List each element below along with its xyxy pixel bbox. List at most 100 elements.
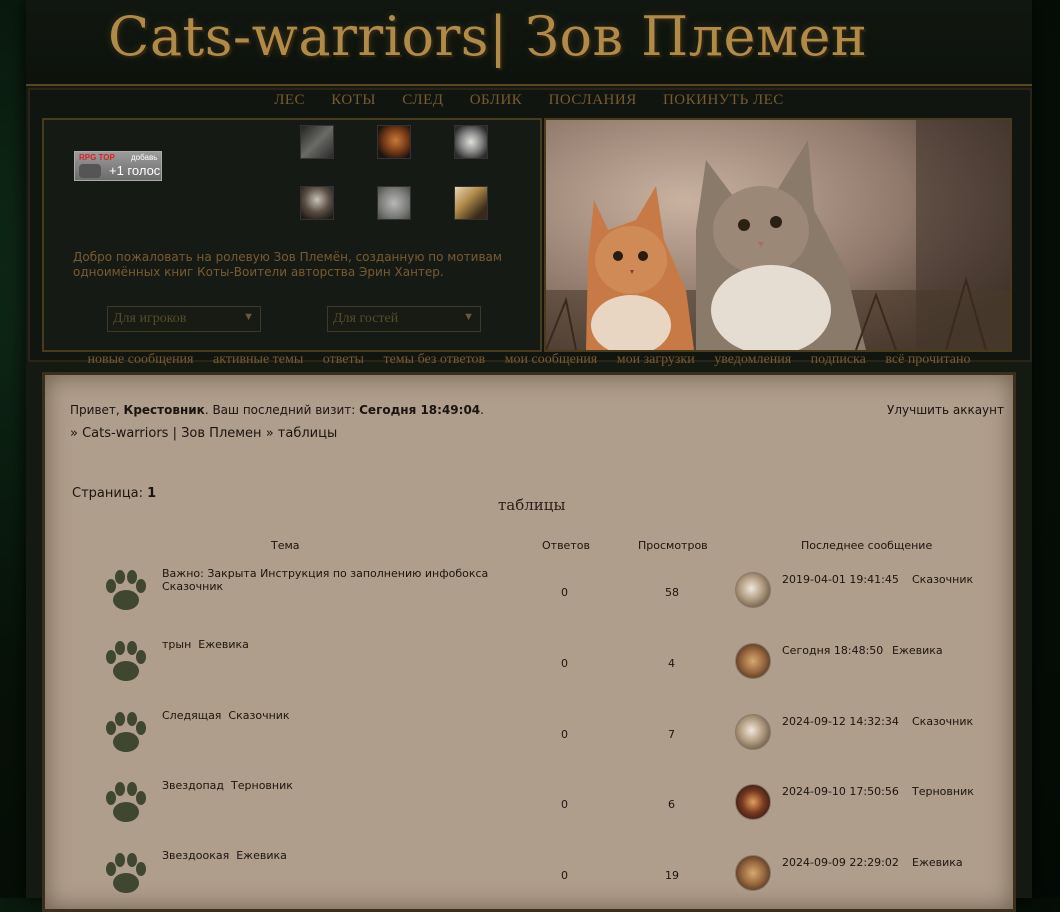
rpgtop-vote-button[interactable]: RPG TOP добавь +1 голос — [74, 151, 162, 181]
topic-replies: 0 — [561, 869, 568, 882]
last-post-date[interactable]: 2024-09-12 14:32:34 — [782, 715, 899, 728]
cat-icon — [79, 164, 101, 178]
forum-content: Привет, Крестовник. Ваш последний визит:… — [42, 372, 1016, 912]
main-nav: ЛЕС КОТЫ СЛЕД ОБЛИК ПОСЛАНИЯ ПОКИНУТЬ ЛЕ… — [26, 92, 1032, 109]
link-replies[interactable]: ответы — [323, 352, 364, 367]
last-poster-avatar[interactable] — [735, 784, 771, 820]
greeting-end: . — [480, 403, 484, 417]
breadcrumb-forum[interactable]: Cats-warriors | Зов Племен — [82, 426, 261, 441]
rpgtop-add: добавь — [131, 153, 158, 162]
last-poster-avatar[interactable] — [735, 855, 771, 891]
character-avatar-5[interactable] — [377, 186, 411, 220]
topic-replies: 0 — [561, 728, 568, 741]
nav-item-look[interactable]: ОБЛИК — [470, 92, 523, 108]
topic-replies: 0 — [561, 657, 568, 670]
column-views: Просмотров — [638, 539, 708, 552]
link-my-posts[interactable]: мои сообщения — [505, 352, 598, 367]
paw-icon — [106, 641, 146, 681]
last-post-author[interactable]: Сказочник — [912, 715, 973, 728]
topic-replies: 0 — [561, 798, 568, 811]
pager: Страница: 1 — [72, 486, 156, 501]
page-wrapper: Cats-warriors| Зов Племен ЛЕС КОТЫ СЛЕД … — [26, 0, 1032, 912]
topic-author[interactable]: Сказочник — [228, 709, 289, 722]
topic-author[interactable]: Ежевика — [236, 849, 287, 862]
topic-title[interactable]: Звездоокая — [162, 849, 229, 862]
column-replies: Ответов — [542, 539, 590, 552]
character-avatar-1[interactable] — [300, 125, 334, 159]
character-avatar-3[interactable] — [454, 125, 488, 159]
banner-photo — [544, 118, 1012, 352]
last-poster-avatar[interactable] — [735, 643, 771, 679]
column-last-post: Последнее сообщение — [801, 539, 933, 552]
link-notifications[interactable]: уведомления — [714, 352, 791, 367]
topic-views: 4 — [668, 657, 675, 670]
last-post-author[interactable]: Сказочник — [912, 573, 973, 586]
topic-author[interactable]: Сказочник — [162, 580, 223, 593]
topic-title-line: Звездоокая Ежевика — [162, 849, 287, 862]
topic-title[interactable]: Следящая — [162, 709, 221, 722]
nav-item-messages[interactable]: ПОСЛАНИЯ — [549, 92, 637, 108]
chevron-down-icon: ▼ — [463, 311, 474, 323]
topic-title-line: Следящая Сказочник — [162, 709, 290, 722]
last-post-author[interactable]: Ежевика — [912, 856, 963, 869]
guests-select-value: Для гостей — [333, 311, 399, 326]
last-poster-avatar[interactable] — [735, 714, 771, 750]
two-cats-image — [546, 120, 1010, 350]
last-post-date[interactable]: Сегодня 18:48:50 — [782, 644, 883, 657]
breadcrumb-section[interactable]: таблицы — [278, 426, 337, 441]
chevron-down-icon: ▼ — [243, 311, 254, 323]
link-unanswered[interactable]: темы без ответов — [383, 352, 485, 367]
last-post-date[interactable]: 2024-09-09 22:29:02 — [782, 856, 899, 869]
column-topic: Тема — [271, 539, 300, 552]
rpgtop-vote: +1 голос — [109, 163, 161, 178]
topic-title[interactable]: трын — [162, 638, 191, 651]
paw-icon — [106, 712, 146, 752]
pager-current-page: 1 — [147, 486, 157, 501]
paw-icon — [106, 853, 146, 893]
breadcrumb-sep: » — [70, 426, 83, 441]
nav-item-cats[interactable]: КОТЫ — [331, 92, 376, 108]
welcome-text: Добро пожаловать на ролевую Зов Племён, … — [73, 250, 502, 279]
breadcrumb-sep: » — [261, 426, 278, 441]
nav-item-trail[interactable]: СЛЕД — [402, 92, 443, 108]
last-post-date[interactable]: 2019-04-01 19:41:45 — [782, 573, 899, 586]
last-poster-avatar[interactable] — [735, 572, 771, 608]
link-new-posts[interactable]: новые сообщения — [88, 352, 194, 367]
last-post-date[interactable]: 2024-09-10 17:50:56 — [782, 785, 899, 798]
user-links-bar: новые сообщения активные темы ответы тем… — [26, 352, 1032, 368]
topic-views: 58 — [665, 586, 679, 599]
topic-title[interactable]: Важно: Закрыта Инструкция по заполнению … — [162, 567, 488, 580]
topic-title[interactable]: Звездопад — [162, 779, 224, 792]
last-post-author[interactable]: Ежевика — [892, 644, 943, 657]
link-active-topics[interactable]: активные темы — [213, 352, 303, 367]
pager-label: Страница: — [72, 486, 148, 501]
topic-author[interactable]: Ежевика — [198, 638, 249, 651]
nav-item-leave[interactable]: ПОКИНУТЬ ЛЕС — [663, 92, 784, 108]
last-post-author[interactable]: Терновник — [912, 785, 974, 798]
paw-icon — [106, 570, 146, 610]
character-avatar-4[interactable] — [300, 186, 334, 220]
breadcrumb: » Cats-warriors | Зов Племен » таблицы — [70, 426, 337, 441]
character-avatar-6[interactable] — [454, 186, 488, 220]
link-subscriptions[interactable]: подписка — [811, 352, 866, 367]
greeting-line: Привет, Крестовник. Ваш последний визит:… — [70, 403, 484, 417]
last-visit-time: Сегодня 18:49:04 — [359, 403, 481, 417]
username[interactable]: Крестовник — [124, 403, 205, 417]
topic-replies: 0 — [561, 586, 568, 599]
greeting-hello: Привет, — [70, 403, 124, 417]
link-mark-all-read[interactable]: всё прочитано — [885, 352, 970, 367]
guests-select[interactable]: Для гостей ▼ — [327, 306, 481, 332]
site-header: Cats-warriors| Зов Племен — [26, 0, 1032, 86]
intro-panel: RPG TOP добавь +1 голос Добро пожаловать… — [42, 118, 542, 352]
upgrade-account-link[interactable]: Улучшить аккаунт — [887, 403, 1004, 417]
nav-item-forest[interactable]: ЛЕС — [274, 92, 305, 108]
topic-views: 19 — [665, 869, 679, 882]
players-select[interactable]: Для игроков ▼ — [107, 306, 261, 332]
link-my-uploads[interactable]: мои загрузки — [617, 352, 695, 367]
players-select-value: Для игроков — [113, 311, 187, 326]
site-logo[interactable]: Cats-warriors| Зов Племен — [108, 2, 867, 72]
topic-author[interactable]: Терновник — [231, 779, 293, 792]
topic-views: 7 — [668, 728, 675, 741]
character-avatar-2[interactable] — [377, 125, 411, 159]
greeting-visit-text: . Ваш последний визит: — [204, 403, 360, 417]
